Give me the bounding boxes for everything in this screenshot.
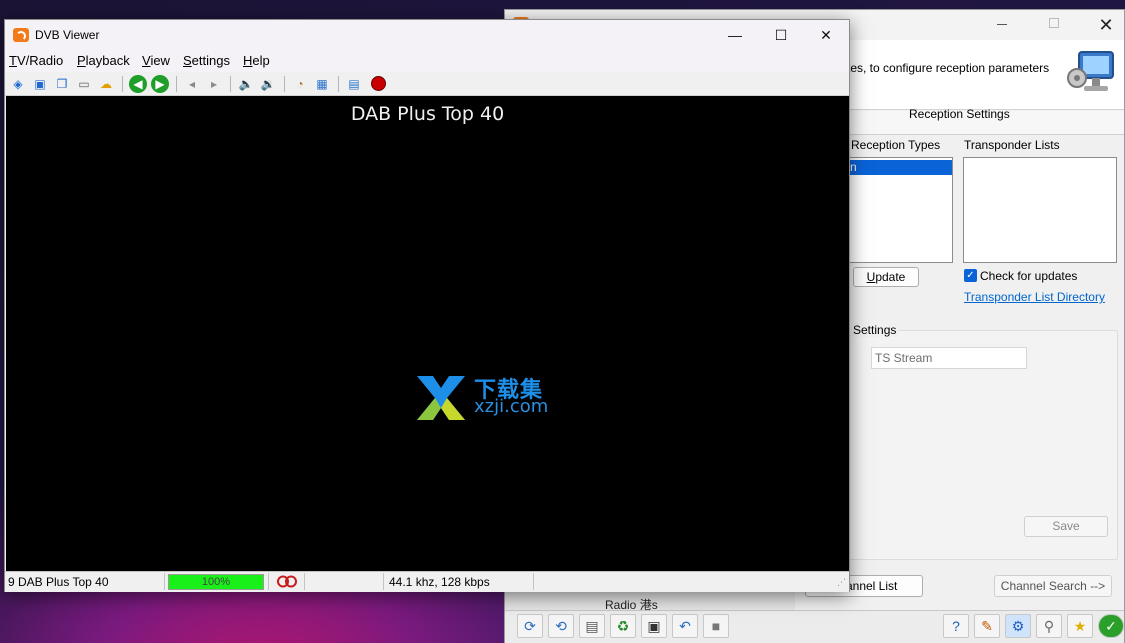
watermark-logo: 下载集 xzji.com	[411, 374, 561, 420]
status-separator	[268, 573, 269, 590]
watermark-arrow-icon	[417, 376, 465, 420]
menu-settings[interactable]: Settings	[183, 53, 230, 68]
resize-grip-icon[interactable]: ⋰	[837, 577, 846, 588]
recycle-icon[interactable]: ♻	[610, 614, 636, 638]
watermark-en-text: xzji.com	[474, 396, 549, 417]
minimize-button[interactable]	[997, 24, 1007, 25]
forward-arrow-icon[interactable]: ▶	[151, 75, 169, 93]
stop-icon[interactable]: ■	[703, 614, 729, 638]
window-title: DVB Viewer	[35, 28, 100, 42]
ok-check-icon[interactable]: ✓	[1098, 614, 1124, 638]
close-button[interactable]: ✕	[803, 20, 849, 50]
status-channel-name: 9 DAB Plus Top 40	[8, 575, 109, 589]
search-magnifier-icon[interactable]: ⚲	[1036, 614, 1062, 638]
signal-strength-text: 100%	[201, 576, 231, 588]
status-separator	[533, 573, 534, 590]
status-audio-info: 44.1 khz, 128 kbps	[389, 575, 490, 589]
previous-channel-icon[interactable]: ◂	[183, 75, 201, 93]
reception-type-selected-row[interactable]: n	[846, 160, 952, 175]
status-separator	[304, 573, 305, 590]
check-updates-label: Check for updates	[980, 269, 1078, 283]
channel-search-button[interactable]: Channel Search -->	[994, 575, 1112, 597]
reception-types-label: Reception Types	[851, 138, 941, 152]
section-title: Reception Settings	[909, 107, 1010, 121]
toolbar-separator	[176, 76, 177, 92]
copy-window-icon[interactable]: ❐	[53, 75, 71, 93]
banner-description: tes, to configure reception parameters	[847, 61, 1050, 75]
status-separator	[383, 573, 384, 590]
toolbar-separator	[284, 76, 285, 92]
menu-bar	[5, 50, 849, 72]
transponder-lists-list[interactable]	[963, 157, 1117, 263]
tv-screen-icon[interactable]: ▣	[31, 75, 49, 93]
help-icon[interactable]: ?	[943, 614, 969, 638]
stereo-icon	[277, 575, 297, 588]
next-channel-icon[interactable]: ▸	[205, 75, 223, 93]
osd-channel-title: DAB Plus Top 40	[350, 103, 505, 125]
back-arrow-icon[interactable]: ◀	[129, 75, 147, 93]
folder-icon[interactable]: ▤	[579, 614, 605, 638]
toolbar-separator	[230, 76, 231, 92]
minimize-button[interactable]: —	[712, 20, 758, 50]
volume-up-icon[interactable]: 🔉	[259, 75, 277, 93]
favorite-star-icon[interactable]: ★	[1067, 614, 1093, 638]
menu-view[interactable]: View	[142, 53, 170, 68]
undo-icon[interactable]: ↶	[672, 614, 698, 638]
save-button[interactable]: Save	[1024, 516, 1108, 537]
record-icon[interactable]	[369, 75, 387, 93]
toolbar-separator	[338, 76, 339, 92]
settings-group-label: n Settings	[843, 323, 900, 337]
transponder-list-directory-link[interactable]: Transponder List Directory	[964, 290, 1105, 304]
update-button[interactable]: Update	[853, 267, 919, 287]
reload-icon[interactable]: ⟲	[548, 614, 574, 638]
ts-stream-field[interactable]: TS Stream	[871, 347, 1027, 369]
edit-note-icon[interactable]: ✎	[974, 614, 1000, 638]
maximize-button[interactable]: ☐	[758, 20, 804, 50]
transponder-lists-label: Transponder Lists	[964, 138, 1060, 152]
reception-types-list[interactable]: n	[845, 157, 953, 263]
settings-gear-icon[interactable]: ⚙	[1005, 614, 1031, 638]
maximize-button[interactable]	[1049, 18, 1059, 28]
menu-playback[interactable]: Playback	[77, 53, 130, 68]
save-disk-icon[interactable]: ▣	[641, 614, 667, 638]
volume-down-icon[interactable]: 🔈	[237, 75, 255, 93]
teletext-icon[interactable]: ▭	[75, 75, 93, 93]
refresh-icon[interactable]: ⟳	[517, 614, 543, 638]
dvbviewer-app-icon	[13, 28, 29, 42]
channel-list-icon[interactable]: ◈	[9, 75, 27, 93]
picture-icon[interactable]: ▦	[313, 75, 331, 93]
dvb-viewer-window[interactable]: DVB Viewer — ☐ ✕ TV/Radio Playback View …	[4, 19, 850, 592]
video-area[interactable]: DAB Plus Top 40	[6, 96, 849, 571]
check-updates-checkbox[interactable]: ✓	[964, 269, 977, 282]
close-button[interactable]: ✕	[1094, 13, 1118, 37]
epg-weather-icon[interactable]: ☁	[97, 75, 115, 93]
status-separator	[164, 573, 165, 590]
menu-tv-radio[interactable]: TV/Radio	[9, 53, 63, 68]
menu-help[interactable]: Help	[243, 53, 270, 68]
recorder-icon[interactable]: ▤	[345, 75, 363, 93]
timeshift-icon[interactable]: ◔	[291, 75, 309, 93]
toolbar-separator	[122, 76, 123, 92]
monitor-settings-icon	[1067, 51, 1114, 91]
signal-strength-bar: 100%	[168, 574, 264, 590]
